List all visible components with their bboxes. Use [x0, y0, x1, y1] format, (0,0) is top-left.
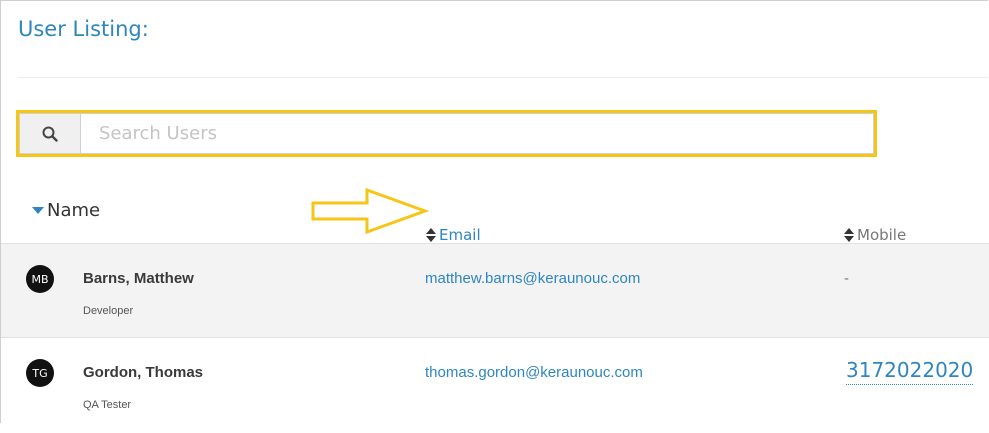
- table-row[interactable]: TG Gordon, Thomas QA Tester thomas.gordo…: [1, 338, 989, 433]
- user-listing-panel: User Listing: Name Email Mobile MB Barns: [0, 0, 989, 433]
- avatar: MB: [26, 265, 54, 293]
- column-header-name[interactable]: Name: [32, 200, 100, 221]
- avatar: TG: [26, 359, 54, 387]
- email-link[interactable]: matthew.barns@keraunouc.com: [425, 270, 640, 287]
- user-name: Barns, Matthew: [83, 270, 194, 287]
- user-role: Developer: [83, 305, 134, 317]
- user-role: QA Tester: [83, 399, 132, 411]
- search-highlight-box: [16, 110, 877, 157]
- column-header-email[interactable]: Email: [426, 226, 481, 244]
- page-title: User Listing:: [18, 17, 149, 41]
- email-link[interactable]: thomas.gordon@keraunouc.com: [425, 364, 643, 381]
- table-row[interactable]: MB Barns, Matthew Developer matthew.barn…: [1, 243, 989, 338]
- arrow-annotation: [311, 188, 429, 234]
- divider: [18, 77, 988, 78]
- sort-icon: [844, 228, 854, 242]
- column-header-label: Mobile: [857, 226, 907, 244]
- table-header: Name Email Mobile: [1, 200, 989, 244]
- mobile-link[interactable]: 3172022020: [846, 358, 974, 385]
- user-name: Gordon, Thomas: [83, 364, 203, 381]
- mobile-value: -: [844, 270, 849, 287]
- column-header-label: Name: [47, 200, 101, 221]
- sort-desc-icon: [32, 207, 44, 214]
- column-header-mobile[interactable]: Mobile: [844, 226, 906, 244]
- column-header-label: Email: [439, 226, 481, 244]
